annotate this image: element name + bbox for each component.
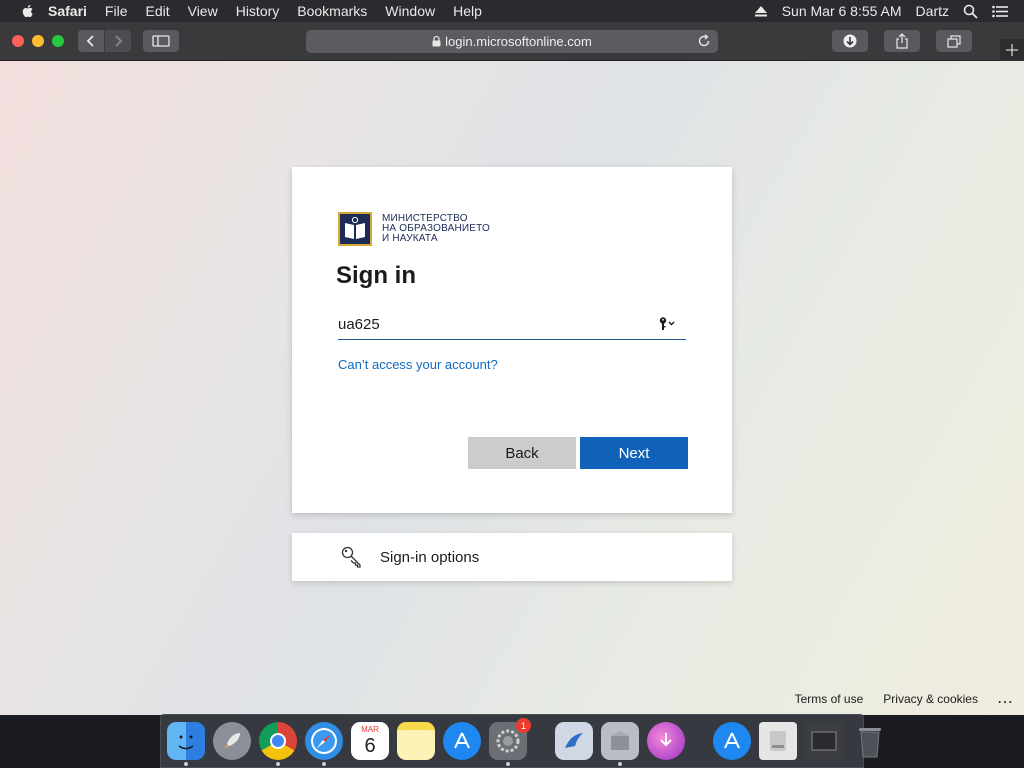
dock-installer-package[interactable] [601,722,639,766]
dock-app-store[interactable] [443,722,481,760]
back-nav-button[interactable] [78,30,104,52]
address-text: login.microsoftonline.com [445,34,592,49]
menubar-user[interactable]: Dartz [916,3,949,19]
dock-calendar[interactable]: MAR 6 [351,722,389,760]
dock-chrome[interactable] [259,722,297,766]
dock-screenshot-file[interactable] [805,722,843,760]
box-icon [611,731,629,750]
signin-card: МИНИСТЕРСТВО НА ОБРАЗОВАНИЕТО И НАУКАТА … [292,167,732,513]
dock-system-preferences[interactable]: 1 [489,718,531,766]
back-button[interactable]: Back [468,437,576,469]
document-icon [811,731,837,751]
dock-launchpad[interactable] [213,722,251,760]
menubar-clock[interactable]: Sun Mar 6 8:55 AM [782,3,902,19]
menu-file[interactable]: File [105,3,128,19]
page-title: Sign in [336,262,416,289]
app-store-icon [454,732,470,749]
browser-toolbar: login.microsoftonline.com [0,22,1024,61]
calendar-month: MAR [361,725,379,734]
calendar-day: 6 [364,735,376,757]
menu-app-name[interactable]: Safari [48,3,87,19]
logo-line-3: И НАУКАТА [382,233,438,244]
dock-preview[interactable] [555,722,593,760]
tabs-icon [947,34,961,48]
chevron-left-icon [86,35,94,47]
plus-icon [1006,44,1018,56]
menubar-status-area: Sun Mar 6 8:55 AM Dartz [754,3,1024,19]
window-controls [12,35,64,47]
running-indicator [618,762,622,766]
running-indicator [322,762,326,766]
downloads-button[interactable] [832,30,868,52]
privacy-cookies-link[interactable]: Privacy & cookies [883,692,978,706]
zoom-window-button[interactable] [52,35,64,47]
tab-overview-button[interactable] [936,30,972,52]
notification-badge: 1 [516,718,531,733]
address-bar[interactable]: login.microsoftonline.com [306,30,718,53]
page-footer: Terms of use Privacy & cookies ... [795,692,1014,706]
spotlight-search-icon[interactable] [963,4,978,19]
dock-trash[interactable] [851,722,889,760]
sidebar-toggle-button[interactable] [143,30,179,52]
next-button[interactable]: Next [580,437,688,469]
key-icon [341,546,361,568]
menu-view[interactable]: View [188,3,218,19]
ministry-book-icon [338,212,372,246]
notification-center-icon[interactable] [992,5,1008,18]
running-indicator [276,762,280,766]
web-page: МИНИСТЕРСТВО НА ОБРАЗОВАНИЕТО И НАУКАТА … [0,61,1024,715]
username-field-wrapper [338,310,686,340]
running-indicator [184,762,188,766]
chrome-icon [270,733,286,749]
terms-of-use-link[interactable]: Terms of use [795,692,864,706]
signin-options-button[interactable]: Sign-in options [292,533,732,581]
running-indicator [506,762,510,766]
more-options-button[interactable]: ... [998,692,1014,706]
dock-safari[interactable] [305,722,343,766]
dock-notes[interactable] [397,722,435,760]
download-arrow-icon [660,733,672,747]
menu-edit[interactable]: Edit [145,3,169,19]
menu-window[interactable]: Window [385,3,435,19]
chevron-right-icon [115,35,123,47]
rocket-icon [224,733,240,749]
safari-compass-icon [311,728,337,754]
menu-history[interactable]: History [236,3,280,19]
finder-face-icon [178,735,194,750]
app-store-icon [724,732,740,749]
download-icon [843,34,857,48]
dock: MAR 6 1 [160,714,881,768]
minimize-window-button[interactable] [32,35,44,47]
history-nav [78,30,131,52]
trash-icon [859,728,881,758]
reload-icon[interactable] [696,33,712,49]
forward-nav-button[interactable] [105,30,131,52]
share-button[interactable] [884,30,920,52]
username-input[interactable] [338,310,638,338]
organization-logo: МИНИСТЕРСТВО НА ОБРАЗОВАНИЕТО И НАУКАТА [338,212,490,246]
dock-finder[interactable] [167,722,205,766]
dock-disk-image[interactable] [759,722,797,760]
menu-bar: Safari File Edit View History Bookmarks … [0,0,1024,22]
menu-help[interactable]: Help [453,3,482,19]
bird-icon [565,733,583,748]
eject-icon[interactable] [754,5,768,17]
new-tab-button[interactable] [1000,39,1024,61]
signin-options-label: Sign-in options [380,548,480,566]
dock-app-store-downloads[interactable] [713,722,751,760]
drive-icon [770,731,786,751]
menu-bookmarks[interactable]: Bookmarks [297,3,367,19]
logo-text: МИНИСТЕРСТВО НА ОБРАЗОВАНИЕТО И НАУКАТА [382,214,490,244]
password-autofill-key-icon[interactable] [658,316,676,332]
dock-installer-app[interactable] [647,722,685,760]
toolbar-right-buttons [832,30,972,52]
lock-icon [432,36,441,47]
apple-icon[interactable] [20,3,36,19]
close-window-button[interactable] [12,35,24,47]
sidebar-icon [152,35,170,47]
cant-access-account-link[interactable]: Can’t access your account? [338,357,498,372]
share-icon [896,33,908,49]
